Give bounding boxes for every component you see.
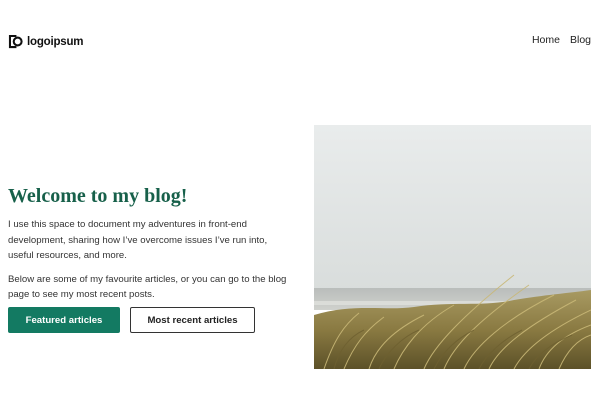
featured-articles-button[interactable]: Featured articles <box>8 307 120 333</box>
hero-buttons: Featured articles Most recent articles <box>8 307 255 333</box>
beach-photo <box>314 125 591 369</box>
hero-section: Welcome to my blog! I use this space to … <box>8 184 293 303</box>
logo-text: logoipsum <box>27 35 84 48</box>
nav-blog-link[interactable]: Blog <box>570 34 591 46</box>
articles-paragraph: Below are some of my favourite articles,… <box>8 273 287 301</box>
logo-icon <box>8 34 23 49</box>
site-header: logoipsum Home Blog <box>0 0 600 80</box>
page: logoipsum Home Blog Welcome to my blog! … <box>0 0 600 400</box>
nav-home-link[interactable]: Home <box>532 34 560 46</box>
main-nav: Home Blog <box>532 34 591 46</box>
recent-articles-button[interactable]: Most recent articles <box>130 307 255 333</box>
intro-paragraph: I use this space to document my adventur… <box>8 219 268 262</box>
hero-image <box>314 125 591 369</box>
logo[interactable]: logoipsum <box>8 34 84 49</box>
page-title: Welcome to my blog! <box>8 185 188 207</box>
